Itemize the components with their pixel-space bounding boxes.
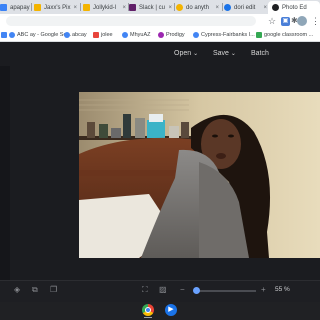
- bookmark-favicon-icon: [158, 32, 164, 38]
- layers-icon[interactable]: ◈: [14, 285, 20, 294]
- tab-favicon-icon: [83, 4, 90, 11]
- close-icon[interactable]: ×: [263, 5, 267, 11]
- tab-6-active[interactable]: Photo Ed: [268, 1, 320, 14]
- bookmark-label: ABC ay - Google Se...: [17, 32, 72, 38]
- bookmark-item[interactable]: [1, 29, 9, 41]
- extension-icon[interactable]: ▣: [281, 17, 290, 26]
- photo-image: [79, 92, 320, 258]
- bookmark-item[interactable]: MhyuAZ: [122, 29, 150, 41]
- bookmark-item[interactable]: Prodigy: [158, 29, 185, 41]
- os-taskbar: [0, 302, 320, 320]
- bookmark-favicon-icon: [122, 32, 128, 38]
- tab-label: apapaya: [10, 4, 30, 11]
- star-icon[interactable]: ☆: [268, 15, 276, 27]
- tab-favicon-icon: [176, 4, 183, 11]
- tab-favicon-icon: [0, 4, 7, 11]
- tab-favicon-icon: [224, 4, 231, 11]
- bookmark-label: google classroom ...: [264, 32, 314, 38]
- duplicate-icon[interactable]: ⧉: [32, 285, 38, 295]
- chrome-icon-center: [145, 307, 151, 313]
- zoom-slider-thumb[interactable]: [193, 287, 200, 294]
- avatar[interactable]: [297, 16, 307, 26]
- url-field[interactable]: [6, 16, 256, 26]
- tab-label: Slack | cu: [139, 4, 165, 11]
- tab-label: dori edit: [234, 4, 256, 11]
- close-icon[interactable]: ×: [215, 5, 219, 11]
- tab-favicon-icon: [272, 4, 279, 11]
- tab-favicon-icon: [34, 4, 41, 11]
- open-button[interactable]: Open ⌄: [174, 50, 198, 57]
- chevron-down-icon: ⌄: [193, 51, 199, 57]
- tab-divider: [31, 3, 32, 11]
- save-button[interactable]: Save ⌄: [213, 50, 236, 57]
- zoom-percentage: 55 %: [275, 286, 290, 293]
- zoom-slider[interactable]: [196, 290, 256, 292]
- bookmark-favicon-icon: [193, 32, 199, 38]
- bookmark-favicon-icon: [64, 32, 70, 38]
- bookmark-favicon-icon: [9, 32, 15, 38]
- tab-1[interactable]: Jaxx's Pix ×: [34, 1, 78, 14]
- bookmark-label: Prodigy: [166, 32, 185, 38]
- photo-canvas[interactable]: [79, 92, 320, 258]
- bookmark-label: abcay: [72, 32, 87, 38]
- zoom-out-icon[interactable]: −: [180, 285, 185, 294]
- tool-sidebar: [0, 66, 10, 280]
- tab-favicon-icon: [129, 4, 136, 11]
- zoom-in-icon[interactable]: +: [261, 285, 266, 294]
- bookmark-item[interactable]: Cypress-Fairbanks I...: [193, 29, 255, 41]
- tab-4[interactable]: do anyth ×: [176, 1, 220, 14]
- tab-0[interactable]: apapaya: [0, 1, 30, 14]
- open-label: Open: [174, 50, 192, 57]
- tab-divider: [174, 3, 175, 11]
- fit-screen-icon[interactable]: ⛶: [142, 285, 148, 295]
- tab-3[interactable]: Slack | cu ×: [129, 1, 173, 14]
- batch-label: Batch: [251, 50, 269, 57]
- tab-label: Jollykid-l: [93, 4, 117, 11]
- kebab-menu-icon[interactable]: ⋮: [311, 15, 320, 27]
- save-label: Save: [213, 50, 229, 57]
- editor-toolbar: [0, 42, 320, 66]
- tab-label: Photo Ed: [282, 4, 307, 11]
- batch-button[interactable]: Batch: [251, 50, 269, 57]
- bookmark-label: MhyuAZ: [130, 32, 151, 38]
- active-app-indicator: [144, 317, 152, 318]
- google-apps-icon: [1, 32, 7, 38]
- close-icon[interactable]: ×: [168, 5, 172, 11]
- close-icon[interactable]: ×: [73, 5, 77, 11]
- tab-label: do anyth: [186, 4, 210, 11]
- tab-divider: [222, 3, 223, 11]
- tab-2[interactable]: Jollykid-l ×: [83, 1, 127, 14]
- tab-label: Jaxx's Pix: [44, 4, 71, 11]
- bookmark-label: jolee: [101, 32, 113, 38]
- bookmark-label: Cypress-Fairbanks I...: [201, 32, 255, 38]
- bookmark-favicon-icon: [256, 32, 262, 38]
- image-icon[interactable]: ▨: [159, 285, 167, 294]
- bookmark-favicon-icon: [93, 32, 99, 38]
- chevron-down-icon: ⌄: [230, 51, 236, 57]
- bookmark-item[interactable]: google classroom ...: [256, 29, 313, 41]
- tab-divider: [80, 3, 81, 11]
- bookmark-item[interactable]: abcay: [64, 29, 87, 41]
- video-camera-icon[interactable]: ▶: [165, 304, 177, 316]
- tab-5[interactable]: dori edit ×: [224, 1, 268, 14]
- bookmark-item[interactable]: jolee: [93, 29, 113, 41]
- copy-icon[interactable]: ❐: [50, 285, 57, 294]
- bookmark-item[interactable]: ABC ay - Google Se...: [9, 29, 71, 41]
- close-icon[interactable]: ×: [122, 5, 126, 11]
